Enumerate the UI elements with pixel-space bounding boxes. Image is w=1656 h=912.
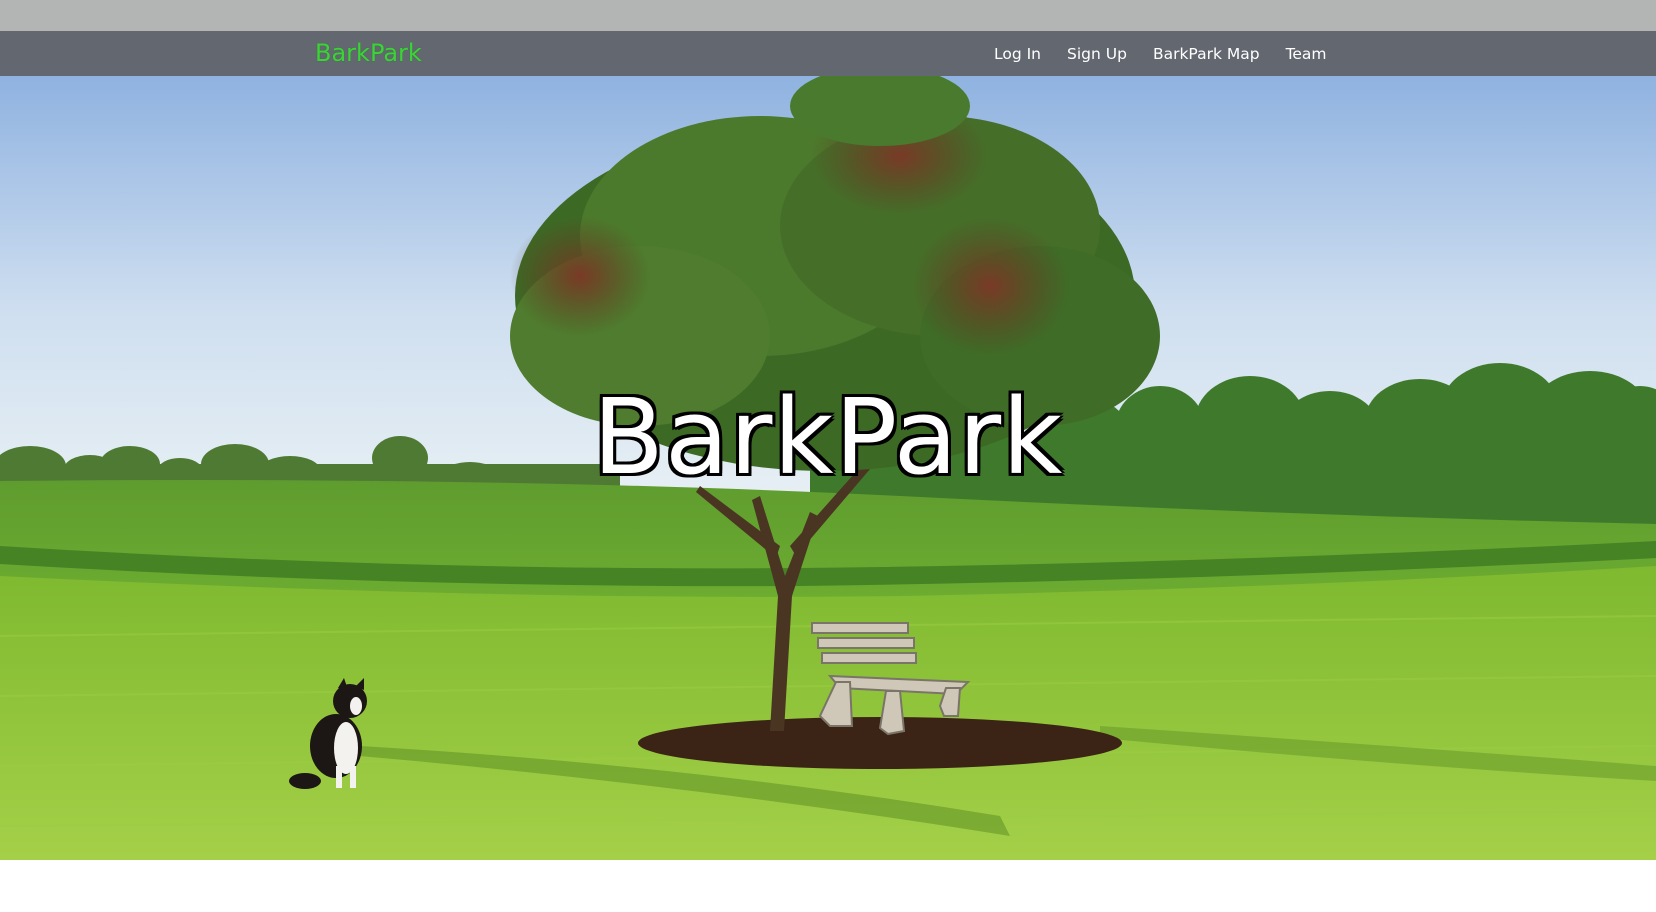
navbar: BarkPark Log In Sign Up BarkPark Map Tea…	[0, 31, 1656, 76]
nav-team-link[interactable]: Team	[1286, 45, 1327, 63]
nav-login-link[interactable]: Log In	[994, 45, 1041, 63]
hero-title: BarkPark	[592, 376, 1064, 498]
hero-section: BarkPark	[0, 76, 1656, 860]
nav-links: Log In Sign Up BarkPark Map Team	[994, 31, 1327, 76]
brand-logo-link[interactable]: BarkPark	[315, 39, 422, 67]
nav-map-link[interactable]: BarkPark Map	[1153, 45, 1260, 63]
nav-signup-link[interactable]: Sign Up	[1067, 45, 1127, 63]
browser-top-strip	[0, 0, 1656, 31]
